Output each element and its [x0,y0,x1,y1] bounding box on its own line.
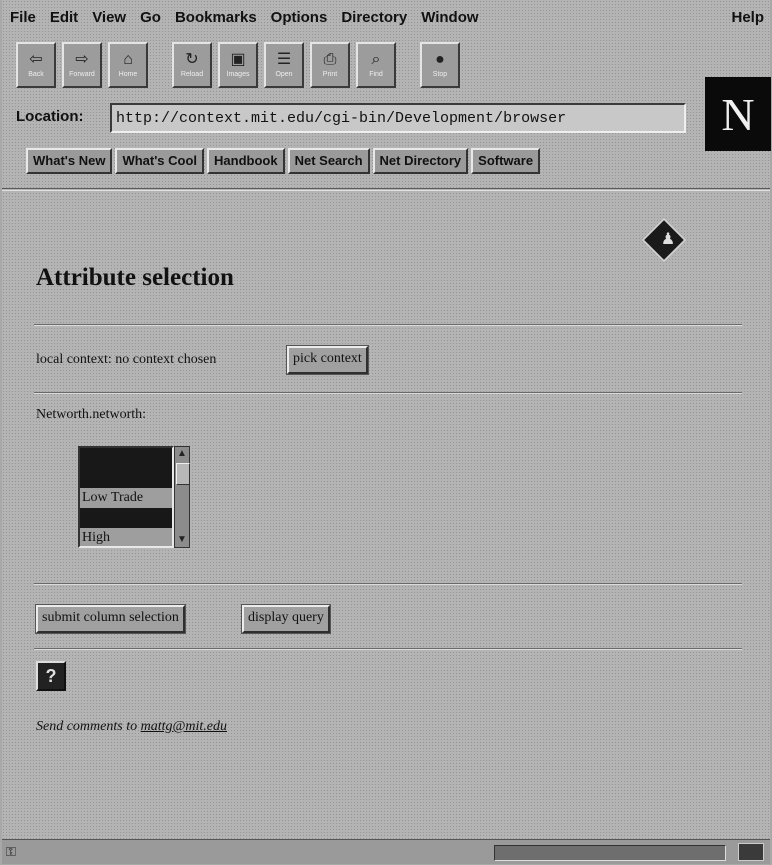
stop-label: Stop [432,71,448,78]
net-directory-button[interactable]: Net Directory [372,148,469,174]
diamond-figure-icon: ♟ [660,231,676,248]
context-label: local context: no context chosen [36,352,217,367]
toolbar: ⇦ Back ⇨ Forward ⌂ Home ↻ Reload ▣ Image… [16,42,466,92]
print-button[interactable]: ⎙ Print [310,42,350,88]
open-icon: ☰ [276,51,292,68]
find-label: Find [369,71,383,78]
back-button[interactable]: ⇦ Back [16,42,56,88]
menu-bookmarks[interactable]: Bookmarks [175,9,257,26]
scroll-thumb[interactable] [176,463,190,485]
menu-help[interactable]: Help [731,9,764,26]
menu-go[interactable]: Go [140,9,161,26]
list-option[interactable] [80,468,172,488]
comments-email-link[interactable]: mattg@mit.edu [141,719,227,734]
divider [34,324,742,326]
reload-icon: ↻ [185,51,199,68]
browser-window: File Edit View Go Bookmarks Options Dire… [2,0,771,864]
comments-line: Send comments to mattg@mit.edu [36,719,227,735]
open-label: Open [275,71,293,78]
forward-label: Forward [69,71,95,78]
divider [34,583,742,585]
whats-cool-button[interactable]: What's Cool [115,148,205,174]
images-icon: ▣ [230,51,246,68]
mail-icon[interactable] [738,843,764,861]
list-scrollbar[interactable]: ▲ ▼ [174,446,190,548]
stop-button[interactable]: ● Stop [420,42,460,88]
forward-arrow-icon: ⇨ [75,51,89,68]
security-key-icon: ⚿ [6,844,16,859]
reload-button[interactable]: ↻ Reload [172,42,212,88]
status-bar: ⚿ [2,839,770,864]
menu-options[interactable]: Options [271,9,328,26]
list-option[interactable] [80,508,172,528]
open-button[interactable]: ☰ Open [264,42,304,88]
find-icon: ⌕ [371,51,381,68]
images-button[interactable]: ▣ Images [218,42,258,88]
networth-select-list[interactable]: Low Trade High [78,446,174,548]
menu-window[interactable]: Window [421,9,478,26]
whats-new-button[interactable]: What's New [26,148,113,174]
forward-button[interactable]: ⇨ Forward [62,42,102,88]
comments-prefix: Send comments to [36,719,138,734]
list-option[interactable] [80,448,172,468]
netscape-logo[interactable]: N [705,77,771,151]
menu-bar: File Edit View Go Bookmarks Options Dire… [2,0,770,34]
menu-directory[interactable]: Directory [341,9,407,26]
print-label: Print [322,71,338,78]
scroll-up-icon[interactable]: ▲ [175,447,189,461]
net-search-button[interactable]: Net Search [287,148,370,174]
directory-buttons: What's New What's Cool Handbook Net Sear… [26,148,543,174]
home-icon: ⌂ [123,51,133,68]
field-label: Networth.networth: [36,407,147,422]
find-button[interactable]: ⌕ Find [356,42,396,88]
menu-edit[interactable]: Edit [50,9,78,26]
list-option[interactable]: Low Trade [80,488,172,508]
stop-icon: ● [435,51,445,68]
submit-column-selection-button[interactable]: submit column selection [35,604,186,634]
reload-label: Reload [180,71,204,78]
list-option[interactable]: High [80,528,172,548]
back-arrow-icon: ⇦ [29,51,43,68]
progress-bar [494,845,726,861]
divider [34,392,742,394]
scroll-down-icon[interactable]: ▼ [175,533,189,547]
content-top-border [2,188,770,191]
home-button[interactable]: ⌂ Home [108,42,148,88]
menu-view[interactable]: View [92,9,126,26]
location-input[interactable]: http://context.mit.edu/cgi-bin/Developme… [110,103,686,133]
handbook-button[interactable]: Handbook [207,148,285,174]
divider [34,648,742,650]
print-icon: ⎙ [323,51,337,68]
display-query-button[interactable]: display query [241,604,331,634]
location-label: Location: [16,108,84,125]
menu-file[interactable]: File [10,9,36,26]
home-label: Home [118,71,138,78]
help-question-icon[interactable]: ? [36,661,66,691]
page-title: Attribute selection [36,264,234,291]
pick-context-button[interactable]: pick context [286,345,369,375]
images-label: Images [226,71,250,78]
software-button[interactable]: Software [471,148,541,174]
back-label: Back [28,71,44,78]
